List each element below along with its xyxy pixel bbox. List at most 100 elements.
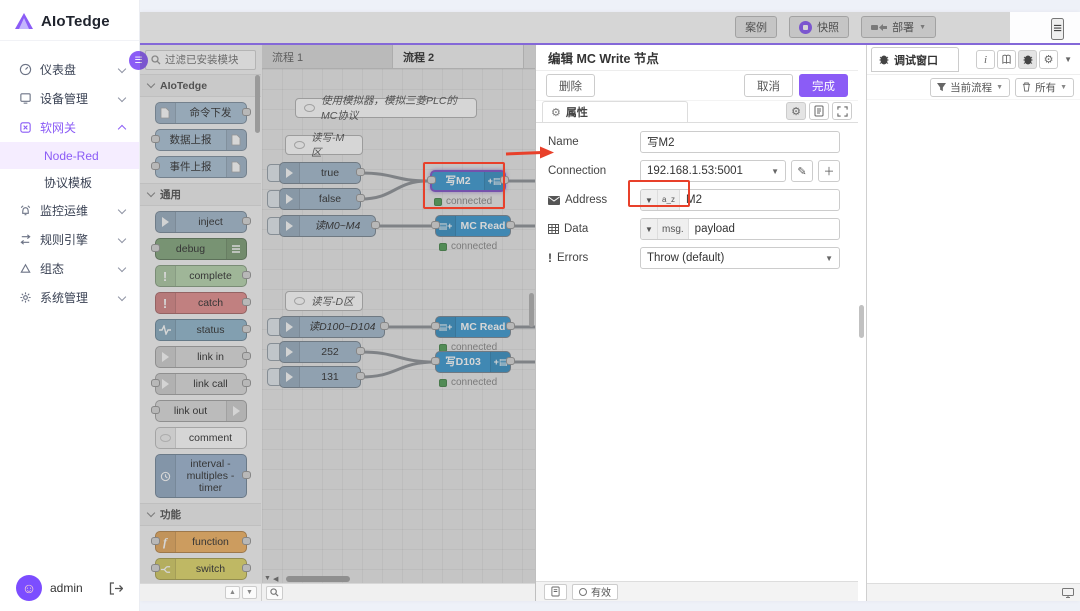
mc-node[interactable]: 写M2+▤ <box>430 170 506 192</box>
inject-button[interactable] <box>267 217 280 235</box>
sidebar-item[interactable]: 设备管理 <box>0 84 139 113</box>
data-type[interactable]: msg. <box>658 219 689 239</box>
appearance-icon-button[interactable] <box>832 102 852 120</box>
deploy-button[interactable]: 部署▼ <box>861 16 936 38</box>
palette-category[interactable]: AIoTedge <box>140 74 261 97</box>
main-menu-icon[interactable]: ≡ <box>1051 18 1064 40</box>
snapshot-button[interactable]: 快照 <box>789 16 849 38</box>
mc-node[interactable]: ▤+MC Read <box>435 215 511 237</box>
name-input[interactable] <box>640 131 840 153</box>
inject-node[interactable]: false <box>279 188 361 210</box>
sidebar-item[interactable]: 系统管理 <box>0 283 139 312</box>
sidebar-item[interactable]: 仪表盘 <box>0 55 139 84</box>
help-tab-button[interactable] <box>997 50 1016 69</box>
enabled-toggle-button[interactable]: 有效 <box>572 584 618 600</box>
arrow-icon <box>226 401 246 421</box>
comment-node[interactable]: 读写-D区 <box>285 291 363 311</box>
avatar[interactable]: ☺ <box>16 575 42 601</box>
address-type-caret[interactable]: ▼ <box>641 190 658 210</box>
palette-node[interactable]: 事件上报 <box>155 156 247 178</box>
inject-button[interactable] <box>267 368 280 386</box>
palette-node[interactable]: link out <box>155 400 247 422</box>
errors-select[interactable]: Throw (default)▼ <box>640 247 840 269</box>
scroll-down-icon[interactable]: ▼ <box>264 575 271 582</box>
palette-node[interactable]: !catch <box>155 292 247 314</box>
mc-node[interactable]: ▤+MC Read <box>435 316 511 338</box>
palette-search-input[interactable] <box>165 54 245 66</box>
bug-icon <box>879 54 889 65</box>
cancel-button[interactable]: 取消 <box>744 74 793 97</box>
mc-node[interactable]: 写D103+▤ <box>435 351 511 373</box>
palette-category[interactable]: 通用 <box>140 183 261 206</box>
clear-all-button[interactable]: 所有▼ <box>1015 78 1074 97</box>
open-window-icon[interactable] <box>1062 588 1074 598</box>
sidebar-subitem[interactable]: Node-Red <box>0 142 139 169</box>
comment-node[interactable]: 读写-M区 <box>285 135 363 155</box>
palette-node[interactable]: link call <box>155 373 247 395</box>
filter-flow-button[interactable]: 当前流程▼ <box>930 78 1010 97</box>
node-info-button[interactable] <box>544 584 567 600</box>
done-button[interactable]: 完成 <box>799 74 848 97</box>
palette-node[interactable]: debug <box>155 238 247 260</box>
delete-button[interactable]: 删除 <box>546 74 595 97</box>
inject-button[interactable] <box>267 190 280 208</box>
sidebar-subitem[interactable]: 协议模板 <box>0 169 139 196</box>
inject-node[interactable]: 131 <box>279 366 361 388</box>
debug-tab-button[interactable] <box>1018 50 1037 69</box>
tab-properties[interactable]: ⚙ 属性 <box>542 101 688 122</box>
scroll-left-icon[interactable]: ◀ <box>273 575 278 583</box>
address-input[interactable]: M2 <box>680 190 839 210</box>
palette-node[interactable]: !complete <box>155 265 247 287</box>
palette-node[interactable]: inject <box>155 211 247 233</box>
canvas-horizontal-scrollbar[interactable]: ▼ ◀ <box>262 575 535 582</box>
sidebar-item[interactable]: 规则引擎 <box>0 225 139 254</box>
inject-button[interactable] <box>267 343 280 361</box>
add-connection-button[interactable]: ＋ <box>818 160 840 182</box>
node-status: connected <box>439 241 497 252</box>
palette-collapse-all-button[interactable]: ▲ <box>225 586 240 599</box>
palette-node[interactable]: comment <box>155 427 247 449</box>
sidebar-item[interactable]: 软网关 <box>0 113 139 142</box>
palette-node[interactable]: 数据上报 <box>155 129 247 151</box>
sidebar-collapse-button[interactable]: ☰ <box>129 51 148 70</box>
canvas-search-button[interactable] <box>266 586 283 600</box>
inject-button[interactable] <box>267 318 280 336</box>
config-tab-button[interactable]: ⚙ <box>1039 50 1058 69</box>
info-tab-button[interactable]: i <box>976 50 995 69</box>
inject-button[interactable] <box>267 164 280 182</box>
flow-tab[interactable]: 流程 1 <box>262 45 393 68</box>
case-button[interactable]: 案例 <box>735 16 777 38</box>
sidebar-options-caret[interactable]: ▼ <box>1060 55 1076 64</box>
edit-connection-button[interactable]: ✎ <box>791 160 813 182</box>
comment-node[interactable]: 使用模拟器，模拟三菱PLC的MC协议 <box>295 98 477 118</box>
palette-node[interactable]: 命令下发 <box>155 102 247 124</box>
address-type[interactable]: a_z <box>658 190 680 210</box>
data-type-caret[interactable]: ▼ <box>641 219 658 239</box>
palette-expand-all-button[interactable]: ▼ <box>242 586 257 599</box>
flow-workspace[interactable]: 使用模拟器，模拟三菱PLC的MC协议读写-M区读写-D区 true false … <box>262 69 535 583</box>
palette-node[interactable]: interval - multiples - timer <box>155 454 247 498</box>
palette-node[interactable]: ffunction <box>155 531 247 553</box>
tray-scrollbar[interactable] <box>858 45 866 601</box>
inject-node[interactable]: 读D100~D104 <box>279 316 385 338</box>
inject-node[interactable]: 252 <box>279 341 361 363</box>
flow-tab[interactable]: 流程 2 <box>393 45 524 68</box>
palette-search[interactable] <box>145 50 256 70</box>
inject-node[interactable]: true <box>279 162 361 184</box>
field-address: Address ▼ a_z M2 <box>548 189 840 211</box>
sidebar-item[interactable]: 组态 <box>0 254 139 283</box>
logout-icon[interactable] <box>109 582 123 595</box>
palette-node[interactable]: status <box>155 319 247 341</box>
connection-select[interactable]: 192.168.1.53:5001▼ <box>640 160 786 182</box>
palette-node[interactable]: switch <box>155 558 247 580</box>
palette-node[interactable]: link in <box>155 346 247 368</box>
palette-category[interactable]: 功能 <box>140 503 261 526</box>
description-icon-button[interactable] <box>809 102 829 120</box>
properties-icon-button[interactable]: ⚙ <box>786 102 806 120</box>
inject-node[interactable]: 读M0~M4 <box>279 215 376 237</box>
data-input[interactable]: payload <box>689 219 839 239</box>
tab-debug[interactable]: 调试窗口 <box>871 47 959 72</box>
sidebar-item[interactable]: 监控运维 <box>0 196 139 225</box>
palette-scrollbar[interactable] <box>255 75 260 133</box>
canvas-vertical-scrollbar[interactable] <box>529 293 534 327</box>
